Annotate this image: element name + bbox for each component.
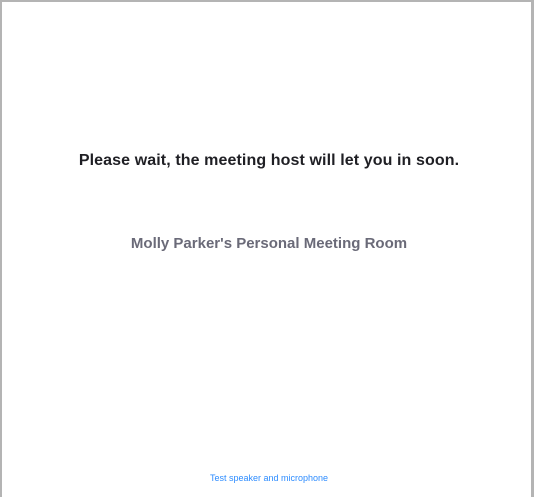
waiting-message: Please wait, the meeting host will let y… xyxy=(78,152,460,169)
waiting-room-window: Please wait, the meeting host will let y… xyxy=(0,0,534,497)
meeting-room-name: Molly Parker's Personal Meeting Room xyxy=(130,235,408,252)
test-speaker-microphone-link[interactable]: Test speaker and microphone xyxy=(2,473,534,483)
